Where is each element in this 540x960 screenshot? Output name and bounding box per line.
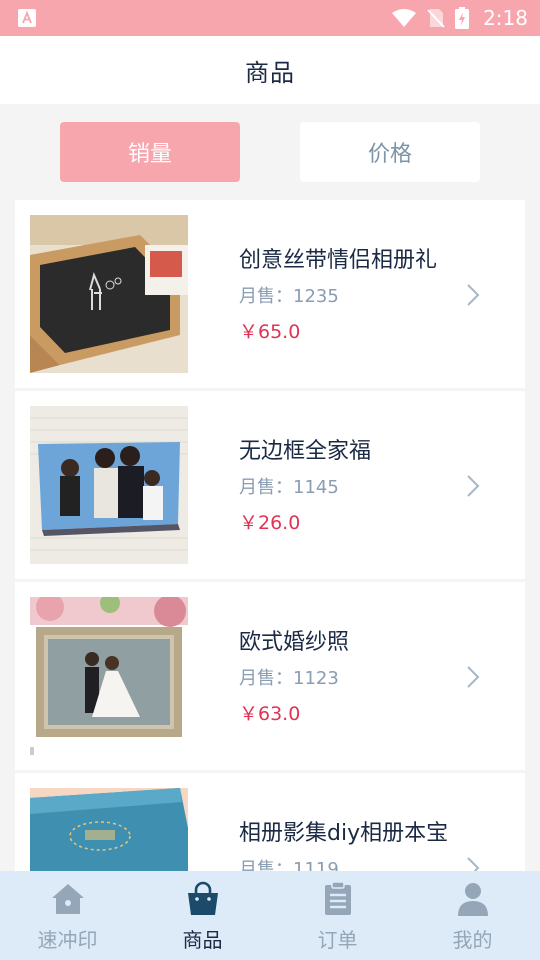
chevron-right-icon bbox=[467, 284, 480, 306]
page-title: 商品 bbox=[245, 58, 295, 87]
product-image bbox=[30, 788, 188, 871]
product-list: 创意丝带情侣相册礼 月售：1235 ￥65.0 无边框全家福 月售：1145 ￥… bbox=[15, 200, 525, 871]
product-monthly-sales: 月售：1119 bbox=[239, 859, 339, 871]
tab-label: 商品 bbox=[182, 928, 223, 952]
tab-profile[interactable]: 我的 bbox=[405, 871, 540, 960]
product-title: 欧式婚纱照 bbox=[239, 630, 350, 655]
bag-icon bbox=[187, 881, 218, 915]
tab-orders[interactable]: 订单 bbox=[270, 871, 405, 960]
sort-by-sales-button[interactable]: 销量 bbox=[60, 122, 240, 182]
wifi-icon bbox=[392, 9, 417, 27]
tab-label: 订单 bbox=[317, 928, 358, 952]
clipboard-icon bbox=[324, 881, 351, 915]
product-price: ￥63.0 bbox=[239, 703, 301, 725]
product-monthly-sales: 月售：1145 bbox=[239, 477, 339, 498]
no-sim-icon bbox=[427, 9, 445, 28]
status-time: 2:18 bbox=[483, 6, 528, 30]
sort-tabs: 销量 价格 bbox=[0, 104, 540, 200]
product-image bbox=[30, 406, 188, 564]
tab-label: 我的 bbox=[452, 928, 493, 952]
tab-products[interactable]: 商品 bbox=[135, 871, 270, 960]
app-notification-icon bbox=[18, 9, 36, 27]
product-card[interactable]: 欧式婚纱照 月售：1123 ￥63.0 bbox=[15, 582, 525, 770]
chevron-right-icon bbox=[467, 666, 480, 688]
home-icon bbox=[51, 884, 84, 914]
chevron-right-icon bbox=[467, 475, 480, 497]
product-price: ￥26.0 bbox=[239, 512, 301, 534]
bottom-tab-bar: 速冲印 商品 订单 我的 bbox=[0, 871, 540, 960]
status-icons: 2:18 bbox=[391, 5, 528, 31]
product-title: 无边框全家福 bbox=[239, 439, 372, 464]
sort-by-price-button[interactable]: 价格 bbox=[300, 122, 480, 182]
product-image bbox=[30, 597, 188, 755]
product-title: 创意丝带情侣相册礼 bbox=[239, 248, 438, 273]
product-title: 相册影集diy相册本宝 bbox=[239, 821, 449, 846]
product-card[interactable]: 相册影集diy相册本宝 月售：1119 bbox=[15, 773, 525, 871]
product-image bbox=[30, 215, 188, 373]
battery-charging-icon bbox=[455, 7, 470, 29]
tab-quick-print[interactable]: 速冲印 bbox=[0, 871, 135, 960]
tab-label: 速冲印 bbox=[37, 928, 98, 952]
product-card[interactable]: 无边框全家福 月售：1145 ￥26.0 bbox=[15, 391, 525, 579]
product-card[interactable]: 创意丝带情侣相册礼 月售：1235 ￥65.0 bbox=[15, 200, 525, 388]
status-bar: 2:18 bbox=[0, 0, 540, 36]
product-price: ￥65.0 bbox=[239, 321, 301, 343]
product-monthly-sales: 月售：1235 bbox=[239, 286, 339, 307]
product-monthly-sales: 月售：1123 bbox=[239, 668, 339, 689]
app-bar: 商品 bbox=[0, 36, 540, 104]
person-icon bbox=[457, 883, 488, 916]
chevron-right-icon bbox=[467, 857, 480, 871]
